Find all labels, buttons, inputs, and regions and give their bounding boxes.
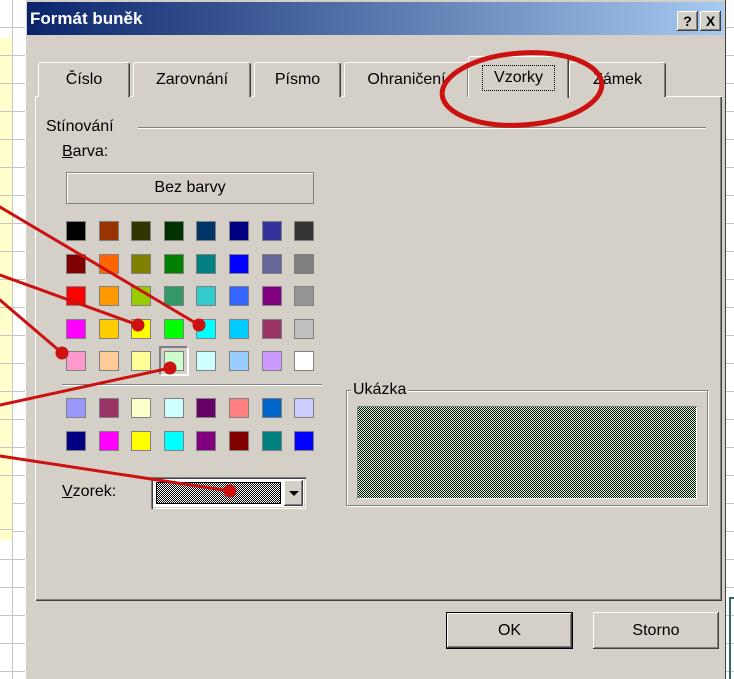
tab-label: Vzorky [482,64,555,91]
pattern-label: Vzorek: [62,483,117,500]
spreadsheet-column-border [12,0,13,679]
pattern-preview [156,482,281,504]
color-swatch[interactable] [163,430,184,451]
color-swatch[interactable] [66,221,86,241]
color-swatch[interactable] [131,286,152,306]
color-swatch[interactable] [163,351,184,371]
close-icon: X [705,13,716,29]
color-swatch[interactable] [98,351,119,371]
color-swatch[interactable] [228,221,249,241]
tab-patterns[interactable]: Vzorky [468,56,569,98]
color-swatch[interactable] [66,318,86,339]
color-swatch[interactable] [131,253,152,274]
tab-protection[interactable]: Zámek [569,62,666,97]
shading-group-line [138,127,706,129]
color-swatch[interactable] [163,398,184,418]
color-swatch[interactable] [228,286,249,306]
color-swatch[interactable] [163,253,184,274]
color-swatch[interactable] [196,221,217,241]
tab-label: Ohraničení [367,71,446,88]
help-icon: ? [683,13,692,29]
color-swatch[interactable] [66,430,86,451]
color-swatch[interactable] [228,398,249,418]
color-swatch[interactable] [98,221,119,241]
color-swatch[interactable] [98,286,119,306]
no-color-button[interactable]: Bez barvy [66,172,314,204]
color-swatch[interactable] [228,351,249,371]
tab-number[interactable]: Číslo [38,62,130,97]
title-bar[interactable]: Formát buněk ? X [27,2,724,35]
color-swatch[interactable] [131,221,152,241]
chevron-down-icon [289,491,299,496]
color-swatch[interactable] [261,398,282,418]
color-swatch[interactable] [131,430,152,451]
color-swatch[interactable] [261,430,282,451]
color-swatch[interactable] [294,398,315,418]
color-swatch[interactable] [98,398,119,418]
color-swatch[interactable] [261,318,282,339]
color-swatch[interactable] [294,318,315,339]
color-swatch[interactable] [294,253,315,274]
color-swatch[interactable] [196,286,217,306]
color-swatch[interactable] [261,221,282,241]
color-swatch[interactable] [228,318,249,339]
help-button[interactable]: ? [677,11,698,31]
ok-button[interactable]: OK [446,612,573,649]
color-label: Barva: [62,143,109,160]
color-swatch[interactable] [66,398,86,418]
color-swatch[interactable] [98,430,119,451]
dialog-title: Formát buněk [30,9,143,28]
color-swatch[interactable] [131,398,152,418]
cell-selection-border [729,597,731,679]
color-swatch[interactable] [98,318,119,339]
pattern-dropdown[interactable] [151,477,306,509]
tab-label: Zarovnání [155,71,229,88]
color-swatch[interactable] [261,286,282,306]
color-palette [66,221,315,371]
spreadsheet-background-right [726,0,734,679]
chart-color-palette [66,398,315,451]
color-swatch[interactable] [228,253,249,274]
color-swatch[interactable] [294,430,315,451]
color-swatch[interactable] [163,221,184,241]
color-swatch[interactable] [131,318,152,339]
color-swatch[interactable] [66,286,86,306]
close-button[interactable]: X [700,11,721,31]
color-swatch[interactable] [294,221,315,241]
color-swatch[interactable] [163,318,184,339]
spreadsheet-highlighted-cells [0,38,12,540]
color-swatch[interactable] [66,253,86,274]
cell-selection-border-top [729,597,734,599]
cancel-button-label: Storno [632,621,680,639]
cancel-button[interactable]: Storno [593,612,719,649]
color-swatch[interactable] [261,253,282,274]
color-swatch[interactable] [294,351,315,371]
color-swatch[interactable] [261,351,282,371]
color-swatch[interactable] [196,318,217,339]
color-swatch[interactable] [196,430,217,451]
color-swatch[interactable] [131,351,152,371]
color-swatch[interactable] [196,398,217,418]
ok-button-label: OK [497,621,522,639]
tab-border[interactable]: Ohraničení [344,62,469,97]
format-cells-dialog: Formát buněk ? X Číslo Zarovnání Písmo O… [25,0,726,679]
tab-label: Číslo [65,71,103,88]
tab-label: Zámek [593,71,642,88]
sample-group-label: Ukázka [351,380,409,400]
pattern-dropdown-button[interactable] [284,480,303,506]
tab-alignment[interactable]: Zarovnání [133,62,251,97]
shading-group-label: Stínování [46,118,114,135]
color-swatch[interactable] [196,351,217,371]
color-swatch[interactable] [228,430,249,451]
color-swatch[interactable] [294,286,315,306]
sample-preview [357,406,697,499]
tab-panel-patterns: Stínování Barva: Bez barvy Vzorek: Ukázk… [35,96,722,601]
tab-label: Písmo [274,71,321,88]
tab-font[interactable]: Písmo [254,62,341,97]
color-swatch[interactable] [163,286,184,306]
color-swatch[interactable] [66,351,86,371]
palette-separator [62,384,322,386]
color-swatch[interactable] [196,253,217,274]
color-swatch[interactable] [98,253,119,274]
